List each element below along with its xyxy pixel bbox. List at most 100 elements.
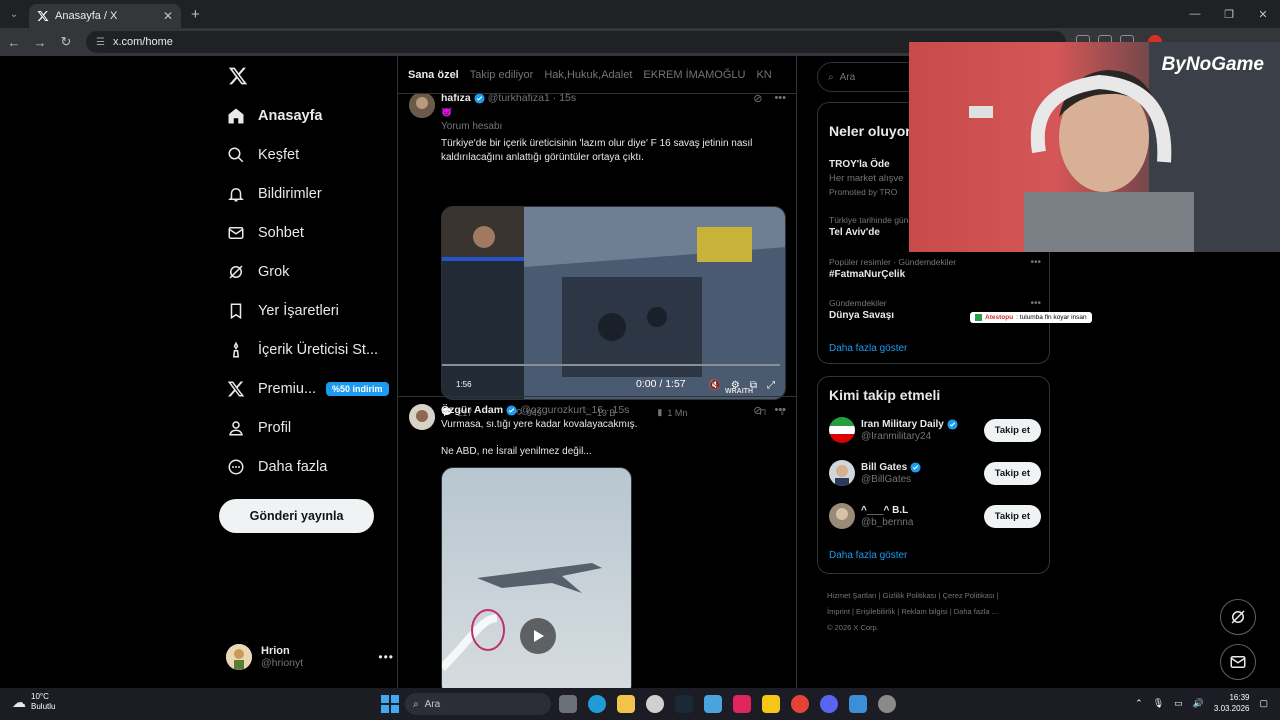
weather-widget[interactable]: ☁ 10°C Bulutlu xyxy=(12,692,55,712)
trend-item[interactable]: Popüler resimler · Gündemdekiler #FatmaN… xyxy=(829,257,1041,280)
follow-button[interactable]: Takip et xyxy=(983,504,1041,528)
mail-icon xyxy=(1230,656,1246,668)
follow-button[interactable]: Takip et xyxy=(983,461,1041,485)
search-icon: ⌕ xyxy=(828,71,834,83)
sidebar-item-notifications[interactable]: Bildirimler xyxy=(226,180,322,208)
follow-button[interactable]: Takip et xyxy=(983,418,1041,442)
app-icon[interactable] xyxy=(762,695,780,713)
footer-link[interactable]: Gizlilik Politikası xyxy=(883,591,937,600)
who-show-more-link[interactable]: Daha fazla göster xyxy=(829,550,907,561)
follow-suggestion[interactable]: Bill Gates @BillGates Takip et xyxy=(829,460,1041,486)
taskbar-search[interactable]: ⌕ Ara xyxy=(405,693,551,715)
search-placeholder: Ara xyxy=(839,71,856,83)
tab-following[interactable]: Takip ediliyor xyxy=(470,69,534,81)
maximize-button[interactable]: ❐ xyxy=(1212,8,1246,21)
microphone-icon[interactable]: 🎙 xyxy=(1153,698,1164,709)
more-dots-icon[interactable]: ••• xyxy=(1030,257,1041,268)
x-logo-icon[interactable] xyxy=(228,66,248,86)
follow-suggestion[interactable]: Iran Military Daily @Iranmilitary24 Taki… xyxy=(829,417,1041,443)
app-icon[interactable] xyxy=(733,695,751,713)
footer-link[interactable]: Daha fazla ... xyxy=(954,607,998,616)
sidebar-item-chat[interactable]: Sohbet xyxy=(226,219,304,247)
sidebar-item-home[interactable]: Anasayfa xyxy=(226,102,322,130)
footer-link[interactable]: Hizmet Şartları xyxy=(827,591,877,600)
minimize-button[interactable]: — xyxy=(1178,8,1212,21)
post-button[interactable]: Gönderi yayınla xyxy=(219,499,374,533)
account-switcher[interactable]: Hrion @hrionyt ••• xyxy=(226,644,394,670)
forward-button[interactable]: → xyxy=(28,35,52,50)
chrome-icon[interactable] xyxy=(791,695,809,713)
trend-meta: Gündemdekiler xyxy=(829,298,887,308)
tweet-time[interactable]: · 15s xyxy=(606,404,629,416)
sidebar-item-creator-studio[interactable]: İçerik Üreticisi St... xyxy=(226,336,378,364)
file-explorer-icon[interactable] xyxy=(617,695,635,713)
person-icon xyxy=(226,418,246,438)
creator-icon xyxy=(226,340,246,360)
more-dots-icon[interactable]: ••• xyxy=(1030,298,1041,309)
more-dots-icon[interactable]: ••• xyxy=(774,404,786,417)
store-icon[interactable] xyxy=(704,695,722,713)
avatar[interactable] xyxy=(409,92,435,118)
sidebar-item-profile[interactable]: Profil xyxy=(226,414,291,442)
footer-link[interactable]: Çerez Politikası xyxy=(943,591,995,600)
new-tab-button[interactable]: + xyxy=(191,6,200,23)
tweet-video[interactable]: 1:56 0:00 / 1:57 🔇 ⚙ ⧉ ⤢ WRAITH xyxy=(441,206,786,400)
window-close-button[interactable]: ✕ xyxy=(1246,8,1280,21)
back-button[interactable]: ← xyxy=(2,35,26,50)
tab-list-1[interactable]: Hak,Hukuk,Adalet xyxy=(544,69,632,81)
sidebar-item-premium[interactable]: Premiu... %50 indirim xyxy=(226,375,389,403)
reload-button[interactable]: ↻ xyxy=(54,34,78,50)
cloud-icon: ☁ xyxy=(12,693,26,710)
sidebar-item-grok[interactable]: Grok xyxy=(226,258,289,286)
tweet[interactable]: hafıza @turkhafiza1 · 15s ⊘ ••• 😈 Yorum … xyxy=(398,90,796,418)
tweet-author-name[interactable]: Özgür Adam xyxy=(441,404,503,416)
clock[interactable]: 16:39 3.03.2026 xyxy=(1214,692,1250,714)
tab-list-3[interactable]: KN xyxy=(756,69,771,81)
more-dots-icon[interactable]: ••• xyxy=(378,650,394,664)
tab-close-icon[interactable]: ✕ xyxy=(163,9,173,23)
mute-icon[interactable]: 🔇 xyxy=(708,380,720,391)
clock-date: 3.03.2026 xyxy=(1213,704,1250,713)
app-icon[interactable] xyxy=(646,695,664,713)
messages-float-button[interactable] xyxy=(1220,644,1256,680)
tab-search-dropdown[interactable]: ⌄ xyxy=(5,5,23,23)
site-info-icon[interactable]: ☰ xyxy=(96,37,105,48)
tweet-video[interactable] xyxy=(441,467,632,688)
sidebar-item-more[interactable]: Daha fazla xyxy=(226,453,327,481)
copyright: © 2026 X Corp. xyxy=(827,623,879,632)
trends-show-more-link[interactable]: Daha fazla göster xyxy=(829,343,907,354)
footer-link[interactable]: İmprint xyxy=(827,607,850,616)
sidebar-item-label: Keşfet xyxy=(258,147,300,163)
windows-start-icon[interactable] xyxy=(381,695,399,713)
weather-condition: Bulutlu xyxy=(31,702,56,711)
avatar[interactable] xyxy=(409,404,435,430)
chevron-up-icon[interactable]: ⌃ xyxy=(1135,698,1143,709)
notifications-icon[interactable]: ▢ xyxy=(1259,698,1268,709)
discord-icon[interactable] xyxy=(820,695,838,713)
footer-link[interactable]: Erişilebilirlik xyxy=(856,607,895,616)
tweet-author-handle[interactable]: @ozgurozkurt_16 xyxy=(520,404,603,416)
task-view-icon[interactable] xyxy=(559,695,577,713)
edge-icon[interactable] xyxy=(588,695,606,713)
suggestion-name: Bill Gates xyxy=(861,461,908,473)
sidebar-item-bookmarks[interactable]: Yer İşaretleri xyxy=(226,297,339,325)
chat-text: : tulumba fln koyar insan xyxy=(1016,314,1087,321)
taskbar-apps xyxy=(559,695,896,713)
browser-tab[interactable]: Anasayfa / X ✕ xyxy=(29,4,181,28)
tab-for-you[interactable]: Sana özel xyxy=(408,69,459,81)
play-icon[interactable] xyxy=(520,618,556,654)
divider xyxy=(398,396,796,397)
volume-icon[interactable]: 🔊 xyxy=(1193,698,1204,709)
footer-link[interactable]: Reklam bilgisi xyxy=(901,607,947,616)
grok-float-button[interactable] xyxy=(1220,599,1256,635)
fullscreen-icon[interactable]: ⤢ xyxy=(767,380,775,391)
tab-list-2[interactable]: EKREM İMAMOĞLU xyxy=(643,69,745,81)
bookmark-icon xyxy=(226,301,246,321)
sidebar-item-explore[interactable]: Keşfet xyxy=(226,141,299,169)
network-icon[interactable]: ▭ xyxy=(1174,698,1183,709)
grok-icon[interactable]: ⊘ xyxy=(753,404,762,417)
obs-icon[interactable] xyxy=(878,695,896,713)
follow-suggestion[interactable]: ^___^ B.L @b_bernna Takip et xyxy=(829,503,1041,529)
steam-icon[interactable] xyxy=(675,695,693,713)
app-icon[interactable] xyxy=(849,695,867,713)
